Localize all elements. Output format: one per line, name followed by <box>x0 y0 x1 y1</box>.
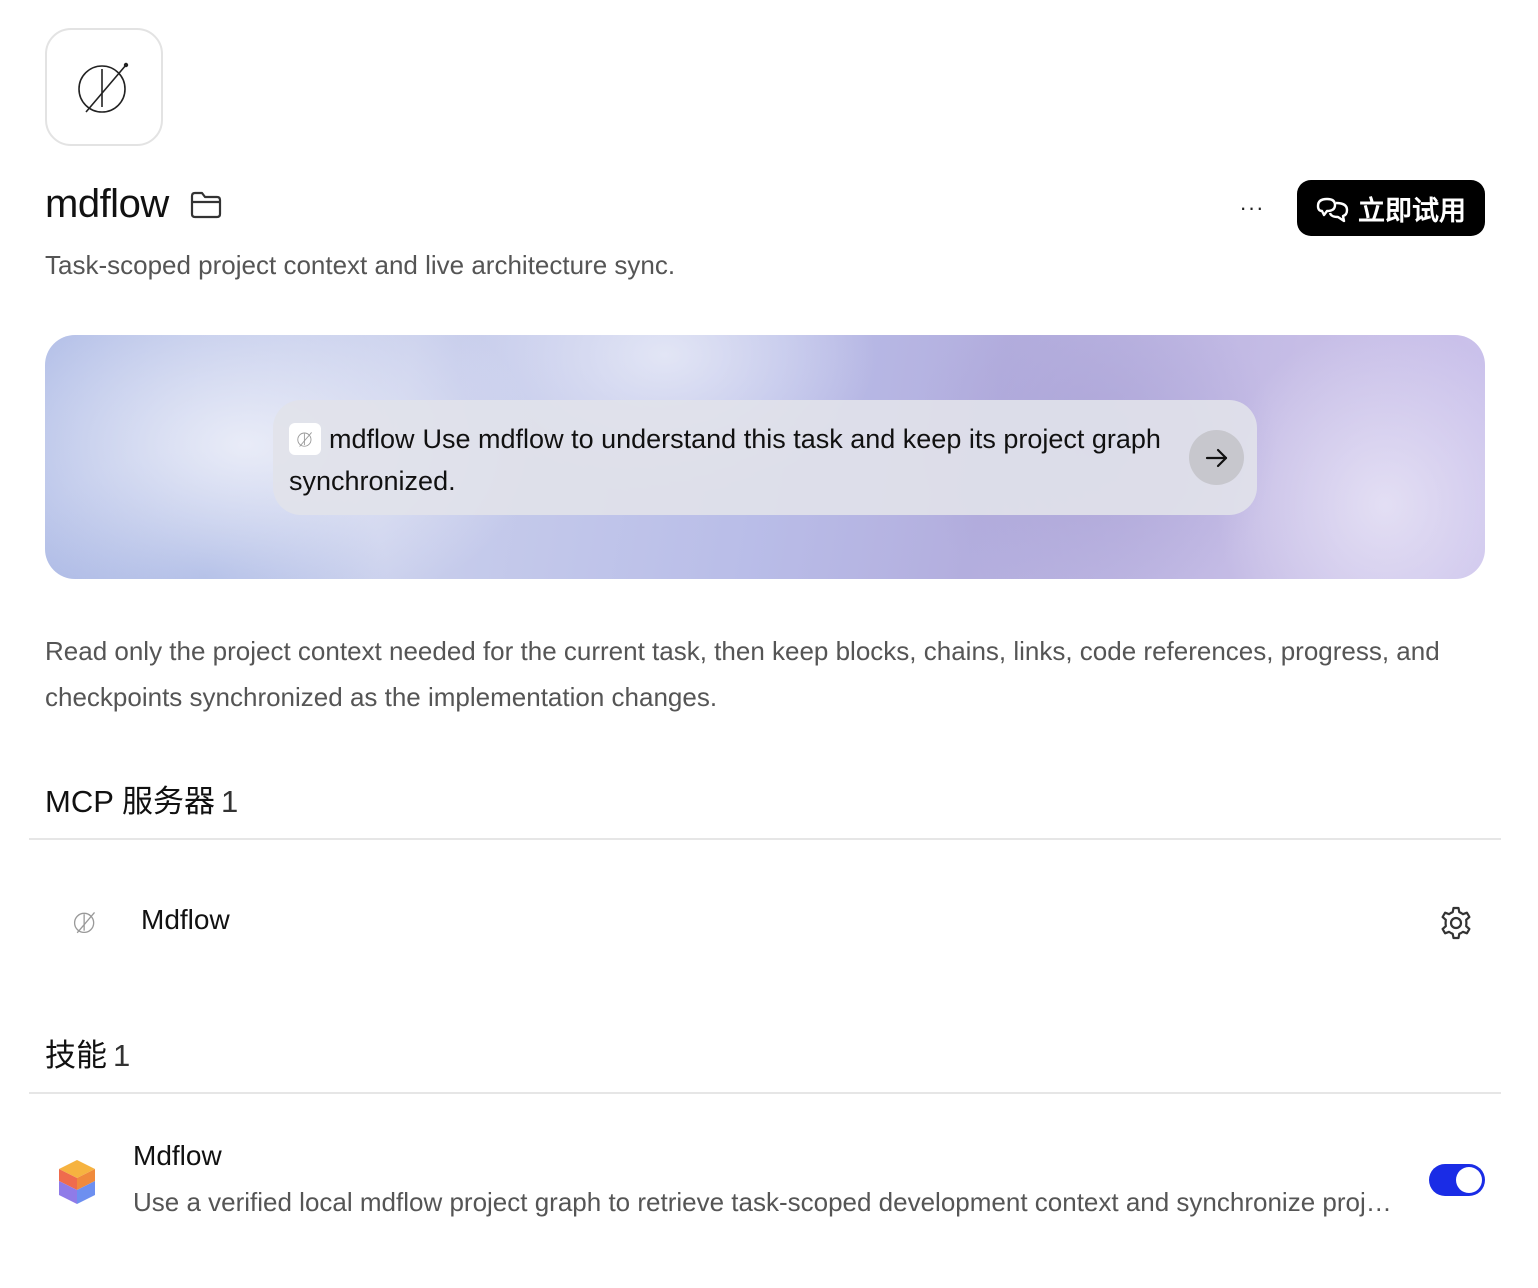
mdflow-logo-icon <box>72 909 98 940</box>
plugin-logo <box>45 28 163 146</box>
folder-icon[interactable] <box>189 190 223 220</box>
prompt-text: Use mdflow to understand this task and k… <box>289 424 1161 496</box>
skill-name: Mdflow <box>133 1140 222 1171</box>
gear-icon[interactable] <box>1438 905 1474 941</box>
prompt-banner: mdflow Use mdflow to understand this tas… <box>45 335 1485 579</box>
plugin-title: mdflow <box>45 182 169 226</box>
mcp-section-label: MCP 服务器 <box>45 784 215 819</box>
skill-enabled-toggle[interactable] <box>1429 1164 1485 1196</box>
mcp-section-count: 1 <box>220 784 239 819</box>
mcp-server-name: Mdflow <box>141 904 230 935</box>
more-options-button[interactable]: ··· <box>1230 192 1274 224</box>
try-now-button[interactable]: 立即试用 <box>1297 180 1485 236</box>
example-prompt[interactable]: mdflow Use mdflow to understand this tas… <box>273 400 1257 515</box>
mdflow-logo-icon <box>289 423 321 455</box>
chip-label: mdflow <box>329 424 415 454</box>
title-row: mdflow <box>45 182 223 227</box>
mcp-server-row[interactable]: Mdflow <box>45 880 1485 964</box>
mcp-section-title: MCP 服务器 1 <box>45 776 238 821</box>
send-prompt-button[interactable] <box>1189 430 1244 485</box>
plugin-mention-chip: mdflow <box>289 418 415 460</box>
toggle-knob <box>1456 1167 1482 1193</box>
skills-section-title: 技能 1 <box>45 1030 130 1075</box>
skill-row[interactable]: Mdflow Use a verified local mdflow proje… <box>45 1130 1485 1230</box>
try-now-label: 立即试用 <box>1358 195 1466 226</box>
skill-description: Use a verified local mdflow project grap… <box>133 1187 1401 1217</box>
skills-section-label: 技能 <box>45 1038 107 1073</box>
arrow-right-icon <box>1205 448 1227 467</box>
slashed-circle-compass-icon <box>78 62 129 113</box>
cube-stack-icon <box>55 1158 99 1211</box>
skills-divider <box>29 1092 1501 1094</box>
plugin-tagline: Task-scoped project context and live arc… <box>45 250 676 280</box>
plugin-detail-page: mdflow ··· 立即试用 Task-scoped project cont… <box>0 0 1538 1288</box>
chat-bubbles-icon <box>1316 197 1349 223</box>
mcp-divider <box>29 838 1501 840</box>
skills-section-count: 1 <box>113 1038 131 1073</box>
plugin-description: Read only the project context needed for… <box>45 636 1440 712</box>
